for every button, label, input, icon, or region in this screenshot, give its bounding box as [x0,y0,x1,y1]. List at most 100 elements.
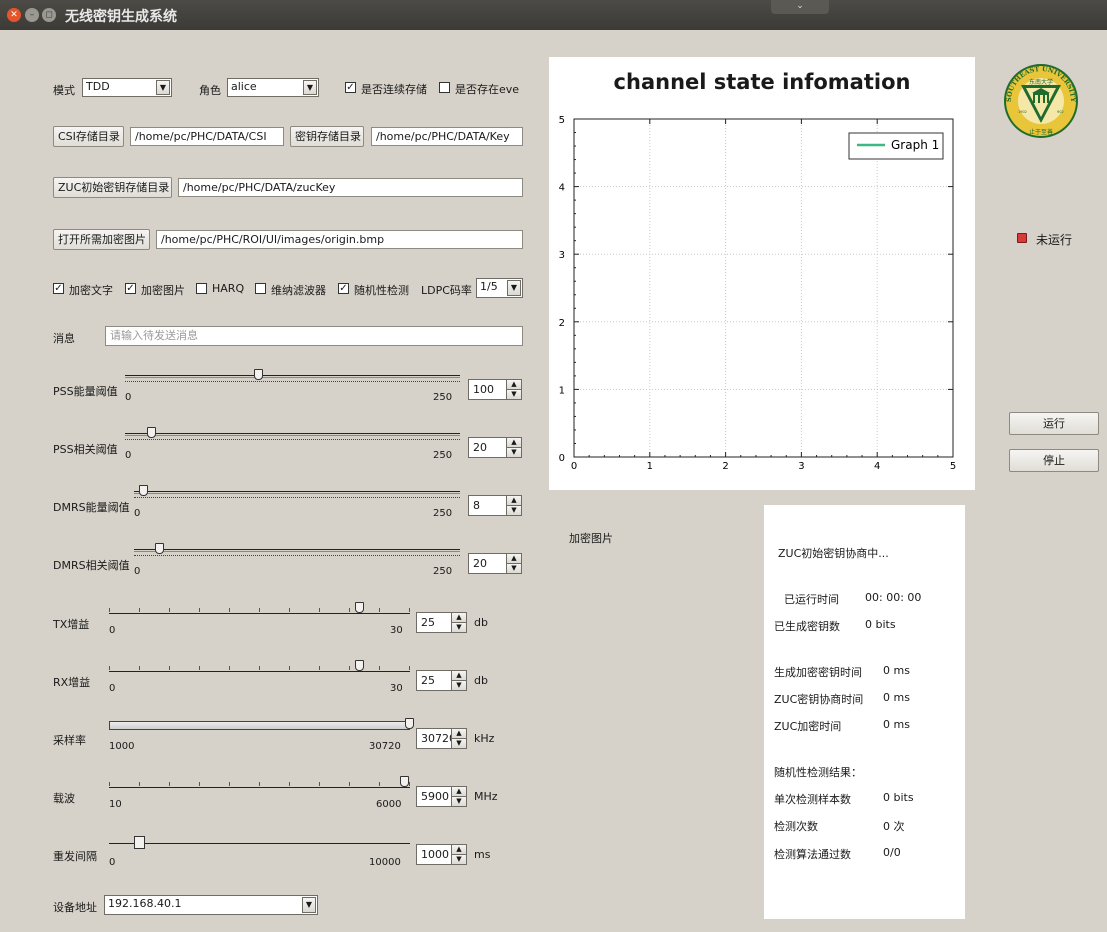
key-path-input[interactable]: /home/pc/PHC/DATA/Key [371,127,523,146]
open-image-button[interactable]: 打开所需加密图片 [53,229,150,250]
slider-ticks [109,782,410,786]
harq-checkbox[interactable] [196,283,207,294]
slider-value-spinbox[interactable]: 25 ▲ ▼ [416,670,467,691]
slider-unit-label: kHz [474,732,495,745]
ldpc-label: LDPC码率 [421,284,472,297]
zuc-path-input[interactable]: /home/pc/PHC/DATA/zucKey [178,178,523,197]
enc-key-time-label: 生成加密密钥时间 [774,666,862,679]
slider-handle[interactable] [354,660,364,671]
continuous-save-checkbox[interactable]: ✓ [345,82,356,93]
menu-chevron-icon[interactable]: ⌄ [771,0,829,14]
role-value: alice [231,80,257,93]
slider-handle[interactable] [139,485,149,496]
slider-groove [109,613,410,614]
slider-label: RX增益 [53,676,91,689]
chevron-up-icon[interactable]: ▲ [451,845,466,855]
slider-min-label: 0 [134,508,141,519]
zuc-negotiation-time-label: ZUC密钥协商时间 [774,693,864,706]
slider-handle[interactable] [146,427,156,438]
chevron-down-icon[interactable]: ▼ [451,796,466,806]
x-tick-label: 4 [874,461,880,472]
role-select[interactable]: alice ▼ [227,78,319,97]
image-path-input[interactable]: /home/pc/PHC/ROI/UI/images/origin.bmp [156,230,523,249]
device-address-select[interactable]: 192.168.40.1 ▼ [104,895,318,915]
slider-handle[interactable] [399,776,409,787]
slider-track[interactable] [109,837,410,857]
run-button[interactable]: 运行 [1009,412,1099,435]
generated-key-value: 0 bits [865,618,896,631]
slider-handle[interactable] [354,602,364,613]
csi-dir-button[interactable]: CSI存储目录 [53,126,124,147]
spinbox-value: 1000 [421,848,449,861]
slider-groove [125,433,460,436]
slider-value-spinbox[interactable]: 25 ▲ ▼ [416,612,467,633]
chevron-down-icon[interactable]: ▼ [506,389,521,399]
chevron-down-icon[interactable]: ▼ [506,447,521,457]
key-dir-button[interactable]: 密钥存储目录 [290,126,364,147]
slider-handle[interactable] [405,718,414,729]
chevron-up-icon[interactable]: ▲ [506,438,521,448]
slider-min-label: 1000 [109,741,135,752]
encrypt-image-label: 加密图片 [141,284,185,297]
mode-select[interactable]: TDD ▼ [82,78,172,97]
y-tick-label: 0 [559,453,565,464]
test-count-label: 检测次数 [774,820,818,833]
spinbox-value: 8 [473,499,480,512]
status-indicator-icon [1017,233,1027,243]
chevron-up-icon[interactable]: ▲ [451,613,466,623]
slider-min-label: 0 [134,566,141,577]
chevron-down-icon[interactable]: ▼ [506,563,521,573]
chevron-down-icon[interactable]: ▼ [506,505,521,515]
slider-value-spinbox[interactable]: 20 ▲ ▼ [468,437,522,458]
slider-value-spinbox[interactable]: 30720 ▲ ▼ [416,728,467,749]
wiener-filter-checkbox[interactable] [255,283,266,294]
slider-max-label: 30 [390,683,403,694]
encrypt-text-checkbox[interactable]: ✓ [53,283,64,294]
chevron-up-icon[interactable]: ▲ [506,554,521,564]
slider-min-label: 0 [125,450,132,461]
y-tick-label: 5 [559,115,565,126]
slider-groove [134,491,460,494]
slider-value-spinbox[interactable]: 100 ▲ ▼ [468,379,522,400]
slider-min-label: 10 [109,799,122,810]
slider-value-spinbox[interactable]: 5900 ▲ ▼ [416,786,467,807]
csi-path-input[interactable]: /home/pc/PHC/DATA/CSI [130,127,284,146]
logo-motto: 止于至善 [1029,128,1053,136]
chevron-down-icon[interactable]: ▼ [451,680,466,690]
single-sample-value: 0 bits [883,791,914,804]
chevron-up-icon[interactable]: ▲ [506,496,521,506]
chevron-down-icon[interactable]: ▼ [451,622,466,632]
chevron-up-icon[interactable]: ▲ [506,380,521,390]
maximize-icon[interactable]: ◻ [42,8,56,22]
minimize-icon[interactable]: – [25,8,39,22]
slider-value-spinbox[interactable]: 8 ▲ ▼ [468,495,522,516]
slider-label: 载波 [53,792,75,805]
harq-label: HARQ [212,282,245,295]
run-time-label: 已运行时间 [784,593,839,606]
close-icon[interactable]: ✕ [7,8,21,22]
slider-value-spinbox[interactable]: 1000 ▲ ▼ [416,844,467,865]
chevron-up-icon[interactable]: ▲ [451,671,466,681]
slider-handle[interactable] [254,369,263,380]
slider-ticks [109,666,410,670]
message-input[interactable]: 请输入待发送消息 [105,326,523,346]
slider-handle[interactable] [155,543,165,554]
stop-button[interactable]: 停止 [1009,449,1099,472]
status-label: 未运行 [1036,233,1073,247]
chevron-up-icon[interactable]: ▲ [451,787,466,797]
ldpc-select[interactable]: 1/5 ▼ [476,278,523,298]
slider-label: PSS能量阈值 [53,385,118,398]
x-tick-label: 2 [722,461,728,472]
encrypt-image-checkbox[interactable]: ✓ [125,283,136,294]
slider-max-label: 30720 [369,741,401,752]
randomness-checkbox[interactable]: ✓ [338,283,349,294]
wiener-filter-label: 维纳滤波器 [271,284,326,297]
chevron-down-icon[interactable]: ▼ [451,738,466,748]
eve-checkbox[interactable] [439,82,450,93]
eve-label: 是否存在eve [455,83,520,96]
chevron-up-icon[interactable]: ▲ [451,729,466,739]
chevron-down-icon[interactable]: ▼ [451,854,466,864]
zuc-dir-button[interactable]: ZUC初始密钥存储目录 [53,177,172,198]
slider-value-spinbox[interactable]: 20 ▲ ▼ [468,553,522,574]
slider-handle[interactable] [134,836,146,849]
